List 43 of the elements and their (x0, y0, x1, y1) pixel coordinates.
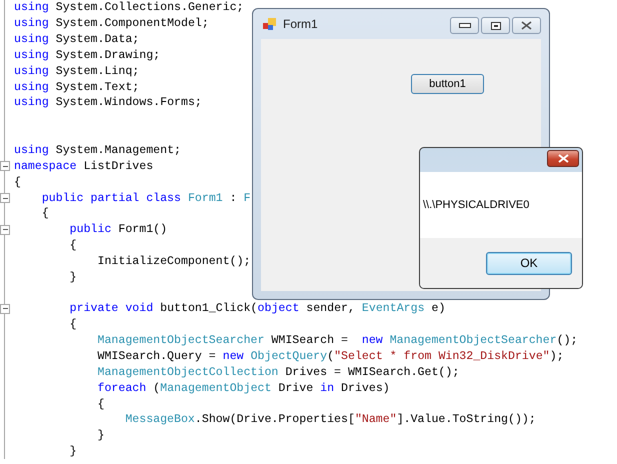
window-title: Form1 (283, 17, 319, 31)
code-line: { (40, 206, 49, 222)
close-button[interactable] (512, 17, 541, 34)
code-line: using System.Windows.Forms; (14, 95, 202, 110)
code-line: using System.Data; (14, 32, 140, 48)
code-line: public partial class Form1 : F (40, 190, 251, 206)
close-icon (558, 154, 568, 163)
code-line: foreach (ManagementObject Drive in Drives) (96, 380, 390, 396)
code-line: using System.Management; (14, 143, 181, 158)
minimize-button[interactable] (450, 17, 479, 34)
code-line: using System.Drawing; (14, 48, 160, 63)
code-line: MessageBox.Show(Drive.Properties["Name"].Value.ToString()); (124, 412, 536, 428)
ok-button[interactable]: OK (486, 252, 572, 274)
code-line: } (68, 270, 77, 285)
minimize-icon (458, 22, 470, 28)
restore-icon (490, 22, 500, 30)
code-line: WMISearch.Query = new ObjectQuery("Select * from Win32_DiskDrive"); (96, 348, 564, 364)
code-line: { (68, 238, 77, 254)
code-line: { (96, 396, 104, 412)
code-line: } (68, 444, 77, 460)
code-line: ManagementObjectSearcher WMISearch = new ManagementObjectSearcher(); (96, 333, 578, 348)
code-line: private void button1_Click(object sender, EventArgs e) (68, 301, 446, 316)
code-line: } (96, 428, 104, 444)
collapse-icon[interactable] (0, 304, 10, 314)
code-line: InitializeComponent(); (96, 254, 251, 269)
collapse-icon[interactable] (0, 161, 10, 172)
code-line: using System.ComponentModel; (14, 16, 209, 32)
code-line: using System.Text; (14, 80, 140, 95)
message-text: \\.\PHYSICALDRIVE0 (423, 199, 530, 211)
close-icon (521, 21, 532, 30)
close-button[interactable] (547, 150, 579, 167)
app-icon (263, 17, 277, 31)
code-line: public Form1() (68, 222, 168, 238)
collapse-icon[interactable] (0, 193, 10, 204)
collapse-icon[interactable] (0, 224, 10, 235)
code-line: { (14, 174, 21, 190)
restore-button[interactable] (481, 17, 510, 34)
code-line: { (68, 317, 77, 332)
code-line: using System.Collections.Generic; (14, 0, 244, 16)
code-line: ManagementObjectCollection Drives = WMISearch.Get(); (96, 364, 460, 380)
form-button[interactable]: button1 (411, 74, 484, 94)
code-line: using System.Linq; (14, 64, 140, 79)
code-line: namespace ListDrives (14, 158, 154, 174)
